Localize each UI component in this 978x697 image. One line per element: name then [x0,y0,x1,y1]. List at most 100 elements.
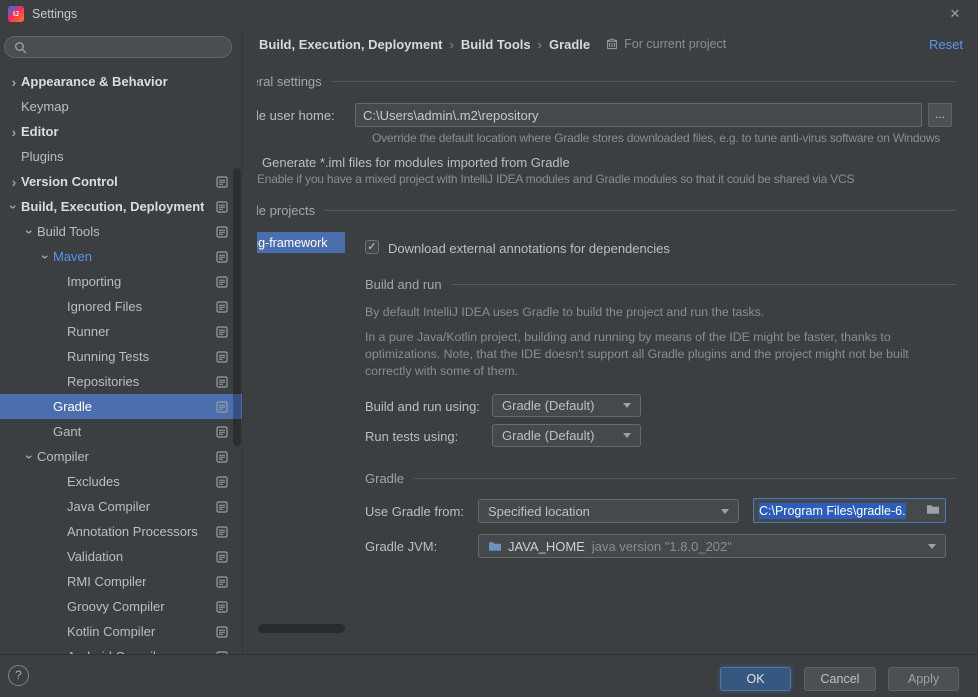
settings-badge-icon [216,376,228,388]
scope-label: For current project [624,37,726,51]
gradle-jvm-dropdown[interactable]: JAVA_HOME java version "1.8.0_202" [478,534,946,558]
gradle-jvm-value: JAVA_HOME [508,539,585,554]
settings-search-box[interactable] [4,36,232,58]
settings-badge-icon [216,226,228,238]
breadcrumb-item[interactable]: Build, Execution, Deployment [259,37,442,52]
sidebar-item-ignored-files[interactable]: Ignored Files [0,294,243,319]
dropdown-value: Gradle (Default) [502,398,594,413]
sidebar-item-gradle[interactable]: Gradle [0,394,243,419]
settings-badge-icon [216,326,228,338]
settings-sidebar: ›Appearance & BehaviorKeymap›EditorPlugi… [0,28,243,654]
sidebar-item-label: Build, Execution, Deployment [21,199,204,214]
sidebar-item-label: Excludes [67,474,120,489]
gradle-user-home-field[interactable]: C:\Users\admin\.m2\repository [355,103,922,127]
ok-button[interactable]: OK [720,667,791,691]
sidebar-vertical-scrollbar[interactable] [233,168,241,446]
chevron-down-icon [623,433,631,438]
titlebar: IJ Settings ✕ [0,0,978,28]
project-list-item-selected[interactable]: spring-framework [257,232,345,253]
sidebar-item-validation[interactable]: Validation [0,544,243,569]
section-rule [331,81,956,82]
breadcrumb-separator: › [449,37,453,52]
download-annotations-label[interactable]: Download external annotations for depend… [388,241,670,256]
sidebar-item-label: Repositories [67,374,139,389]
use-gradle-from-label: Use Gradle from: [365,504,464,519]
gradle-location-field[interactable]: C:\Program Files\gradle-6. [753,498,946,523]
use-gradle-from-dropdown[interactable]: Specified location [478,499,739,523]
sidebar-item-label: Version Control [21,174,118,189]
sidebar-item-editor[interactable]: ›Editor [0,119,243,144]
generate-iml-hint: Enable if you have a mixed project with … [257,172,854,186]
sidebar-item-gant[interactable]: Gant [0,419,243,444]
sidebar-item-compiler[interactable]: ›Compiler [0,444,243,469]
sidebar-item-version-control[interactable]: ›Version Control [0,169,243,194]
sidebar-item-build-tools[interactable]: ›Build Tools [0,219,243,244]
chevron-expanded-icon[interactable]: › [23,225,37,239]
settings-badge-icon [216,176,228,188]
sidebar-item-android-compiler[interactable]: Android Compiler [0,644,243,654]
sidebar-item-keymap[interactable]: Keymap [0,94,243,119]
run-tests-using-dropdown[interactable]: Gradle (Default) [492,424,641,447]
scrolled-content: General settings Gradle user home: C:\Us… [257,62,978,642]
settings-badge-icon [216,626,228,638]
sidebar-item-rmi-compiler[interactable]: RMI Compiler [0,569,243,594]
sidebar-item-runner[interactable]: Runner [0,319,243,344]
sidebar-item-label: Runner [67,324,110,339]
settings-badge-icon [216,501,228,513]
breadcrumb-separator: › [538,37,542,52]
browse-user-home-button[interactable]: ... [928,103,952,127]
apply-button[interactable]: Apply [888,667,959,691]
generate-iml-label[interactable]: Generate *.iml files for modules importe… [262,155,570,170]
sidebar-item-label: Keymap [21,99,69,114]
gradle-jvm-version: java version "1.8.0_202" [592,539,732,554]
sidebar-item-annotation-processors[interactable]: Annotation Processors [0,519,243,544]
settings-badge-icon [216,576,228,588]
build-run-description-1: By default IntelliJ IDEA uses Gradle to … [365,305,764,319]
settings-badge-icon [216,551,228,563]
sidebar-item-groovy-compiler[interactable]: Groovy Compiler [0,594,243,619]
sidebar-item-label: Annotation Processors [67,524,198,539]
chevron-expanded-icon[interactable]: › [39,250,53,264]
section-title: Gradle projects [257,203,315,218]
chevron-expanded-icon[interactable]: › [7,200,21,214]
help-button[interactable]: ? [8,665,29,686]
sidebar-item-label: Gradle [53,399,92,414]
sidebar-item-java-compiler[interactable]: Java Compiler [0,494,243,519]
sidebar-item-running-tests[interactable]: Running Tests [0,344,243,369]
chevron-collapsed-icon[interactable]: › [7,125,21,139]
run-tests-using-label: Run tests using: [365,429,458,444]
chevron-collapsed-icon[interactable]: › [7,175,21,189]
chevron-collapsed-icon[interactable]: › [7,75,21,89]
breadcrumb-item[interactable]: Gradle [549,37,590,52]
general-settings-section-header: General settings [257,74,956,89]
folder-browse-icon[interactable] [926,503,940,518]
chevron-expanded-icon[interactable]: › [23,450,37,464]
chevron-down-icon [623,403,631,408]
build-run-using-dropdown[interactable]: Gradle (Default) [492,394,641,417]
build-run-description-2: In a pure Java/Kotlin project, building … [365,329,945,380]
sidebar-item-label: Java Compiler [67,499,150,514]
section-title: Gradle [365,471,404,486]
close-icon[interactable]: ✕ [946,5,964,23]
horizontal-scrollbar-thumb[interactable] [258,624,345,633]
sidebar-item-importing[interactable]: Importing [0,269,243,294]
sidebar-item-build-execution-deployment[interactable]: ›Build, Execution, Deployment [0,194,243,219]
sidebar-item-excludes[interactable]: Excludes [0,469,243,494]
reset-link[interactable]: Reset [929,37,963,52]
sidebar-item-maven[interactable]: ›Maven [0,244,243,269]
settings-badge-icon [216,601,228,613]
gradle-user-home-value: C:\Users\admin\.m2\repository [363,108,539,123]
settings-tree: ›Appearance & BehaviorKeymap›EditorPlugi… [0,69,243,654]
cancel-button[interactable]: Cancel [804,667,876,691]
sidebar-divider [242,28,243,654]
sidebar-item-label: Appearance & Behavior [21,74,168,89]
breadcrumb-item[interactable]: Build Tools [461,37,531,52]
sidebar-item-kotlin-compiler[interactable]: Kotlin Compiler [0,619,243,644]
settings-badge-icon [216,351,228,363]
sidebar-item-repositories[interactable]: Repositories [0,369,243,394]
section-title: Build and run [365,277,442,292]
sidebar-item-plugins[interactable]: Plugins [0,144,243,169]
sidebar-item-appearance-behavior[interactable]: ›Appearance & Behavior [0,69,243,94]
search-input[interactable] [33,39,222,56]
download-annotations-checkbox[interactable]: ✓ [365,240,379,254]
